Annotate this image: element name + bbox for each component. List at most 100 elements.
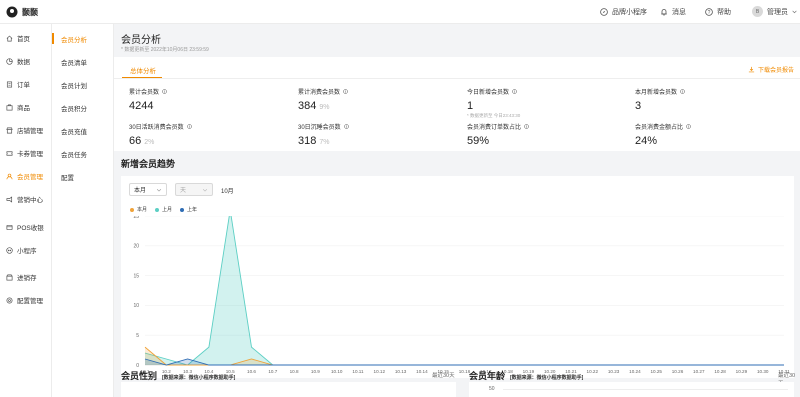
legend-item-last-month[interactable]: 上月 (155, 206, 172, 213)
inventory-icon (6, 274, 13, 280)
stat-total-consuming-members: 累计消费会员数 384 9% (298, 87, 348, 112)
stat-today-new-members: 今日新增会员数 1 * 数据更新至 今日23:43:30 (467, 87, 520, 119)
pos-icon (6, 224, 13, 230)
subnav-member-recharge[interactable]: 会员充值 (61, 126, 87, 136)
messages-label: 消息 (672, 9, 686, 16)
goods-icon (6, 104, 13, 110)
info-icon[interactable] (343, 124, 349, 129)
sidebar: 首页 数据 订单 商品 店铺管理 卡券管理 会员管理 营销中心 POS收银 小程… (0, 24, 52, 397)
subnav-member-plan[interactable]: 会员计划 (61, 80, 87, 90)
legend-label: 上年 (187, 207, 198, 213)
gender-section-title: 会员性别 [数据来源：微信小程序数据助手] (121, 369, 235, 382)
update-time: * 数据更新至 2022年10月06日 23:59:59 (121, 47, 209, 53)
stat-value: 1 (467, 100, 474, 112)
stat-label: 会员消费订单数占比 (467, 125, 522, 131)
age-axis-tick: 50 (489, 386, 495, 392)
tab-overall-analysis[interactable]: 总体分析 (130, 65, 156, 75)
x-tick-label: 10.28 (714, 369, 726, 374)
gender-chart-card (121, 382, 456, 397)
stat-label: 今日新增会员数 (467, 90, 510, 96)
stat-month-new-members: 本月新增会员数 3 (635, 87, 685, 112)
y-tick-label: 25 (133, 216, 139, 220)
unit-select[interactable]: 天 (175, 183, 213, 196)
unit-select-value: 天 (180, 188, 187, 194)
sidebar-item-home[interactable]: 首页 (6, 31, 30, 45)
stat-percent: 7% (319, 139, 330, 146)
x-tick-label: 10.24 (629, 369, 641, 374)
legend-item-last-year[interactable]: 上年 (180, 206, 197, 213)
sidebar-item-marketing[interactable]: 营销中心 (6, 192, 43, 206)
sidebar-item-inventory[interactable]: 进销存 (6, 270, 37, 284)
download-icon (748, 66, 755, 73)
bell-icon (661, 9, 667, 16)
x-tick-label: 10.9 (311, 369, 320, 374)
coupon-icon (6, 150, 13, 156)
stat-note: * 数据更新至 今日23:43:30 (467, 113, 521, 118)
subnav-config[interactable]: 配置 (61, 172, 74, 182)
member-icon (6, 173, 13, 179)
stat-member-order-ratio: 会员消费订单数占比 59% (467, 122, 529, 147)
sidebar-item-data[interactable]: 数据 (6, 54, 30, 68)
sidebar-item-orders[interactable]: 订单 (6, 77, 30, 91)
sidebar-item-label: 店铺管理 (17, 128, 43, 135)
stat-label: 累计消费会员数 (298, 90, 341, 96)
x-tick-label: 10.30 (757, 369, 769, 374)
help-label: 帮助 (717, 9, 731, 16)
stat-value: 318 (298, 135, 317, 147)
gender-range[interactable]: 最近30天 (432, 371, 455, 379)
legend-item-this-month[interactable]: 本月 (130, 206, 147, 213)
download-report-button[interactable]: 下载会员报告 (748, 65, 794, 74)
y-tick-label: 20 (133, 244, 139, 250)
y-tick-label: 5 (136, 333, 139, 339)
subnav-member-list[interactable]: 会员清单 (61, 57, 87, 67)
stat-label: 30日沉睡会员数 (298, 125, 341, 131)
x-tick-label: 10.6 (247, 369, 256, 374)
sidebar-item-label: 数据 (17, 59, 30, 66)
help-link[interactable]: ? 帮助 (705, 7, 731, 17)
age-source: [数据来源：微信小程序数据助手] (510, 375, 584, 381)
chevron-down-icon (156, 189, 162, 192)
sidebar-item-label: 进销存 (17, 275, 37, 282)
messages-link[interactable]: 消息 (660, 7, 686, 17)
stat-member-amount-ratio: 会员消费金额占比 24% (635, 122, 691, 147)
gender-source: [数据来源：微信小程序数据助手] (162, 375, 236, 381)
user-menu[interactable]: B 管理员 (752, 6, 797, 17)
info-icon[interactable] (186, 124, 192, 129)
marketing-icon (6, 195, 13, 203)
sidebar-item-pos[interactable]: POS收银 (6, 220, 44, 234)
x-tick-label: 10.23 (608, 369, 620, 374)
brand-miniapp-label: 品牌小程序 (612, 9, 647, 16)
period-select[interactable]: 本月 (129, 183, 167, 196)
subnav-member-points[interactable]: 会员积分 (61, 103, 87, 113)
x-tick-label: 10.10 (331, 369, 343, 374)
brand-miniapp-link[interactable]: 品牌小程序 (600, 7, 647, 17)
sidebar-item-goods[interactable]: 商品 (6, 100, 30, 114)
info-icon[interactable] (343, 89, 348, 94)
info-icon[interactable] (524, 124, 529, 129)
sidebar-item-member[interactable]: 会员管理 (6, 169, 43, 183)
subnav-member-analysis[interactable]: 会员分析 (61, 34, 87, 44)
info-icon[interactable] (680, 89, 685, 94)
subnav-member-tasks[interactable]: 会员任务 (61, 149, 87, 159)
sidebar-item-store[interactable]: 店铺管理 (6, 123, 43, 137)
sidebar-item-coupon[interactable]: 卡券管理 (6, 146, 43, 160)
sidebar-item-label: 卡券管理 (17, 151, 43, 158)
info-icon[interactable] (162, 89, 167, 94)
user-name: 管理员 (767, 8, 788, 16)
legend-dot (130, 207, 134, 212)
sidebar-item-label: 会员管理 (17, 174, 43, 181)
y-tick-label: 10 (133, 303, 139, 309)
sidebar-item-label: 订单 (17, 82, 30, 89)
info-icon[interactable] (686, 124, 691, 129)
stat-percent: 9% (319, 104, 330, 111)
info-icon[interactable] (512, 89, 517, 94)
sidebar-item-settings[interactable]: 配置管理 (6, 293, 43, 307)
sidebar-item-label: POS收银 (17, 225, 44, 232)
active-indicator (52, 33, 54, 44)
stat-30day-active-members: 30日活跃消费会员数 66 2% (129, 122, 192, 147)
sidebar-item-label: 首页 (17, 36, 30, 43)
svg-text:?: ? (708, 10, 711, 16)
sidebar-item-miniapp[interactable]: 小程序 (6, 243, 37, 257)
top-bar: 颢颢 品牌小程序 消息 ? 帮助 B 管理员 (0, 0, 800, 24)
legend-label: 本月 (137, 207, 148, 213)
